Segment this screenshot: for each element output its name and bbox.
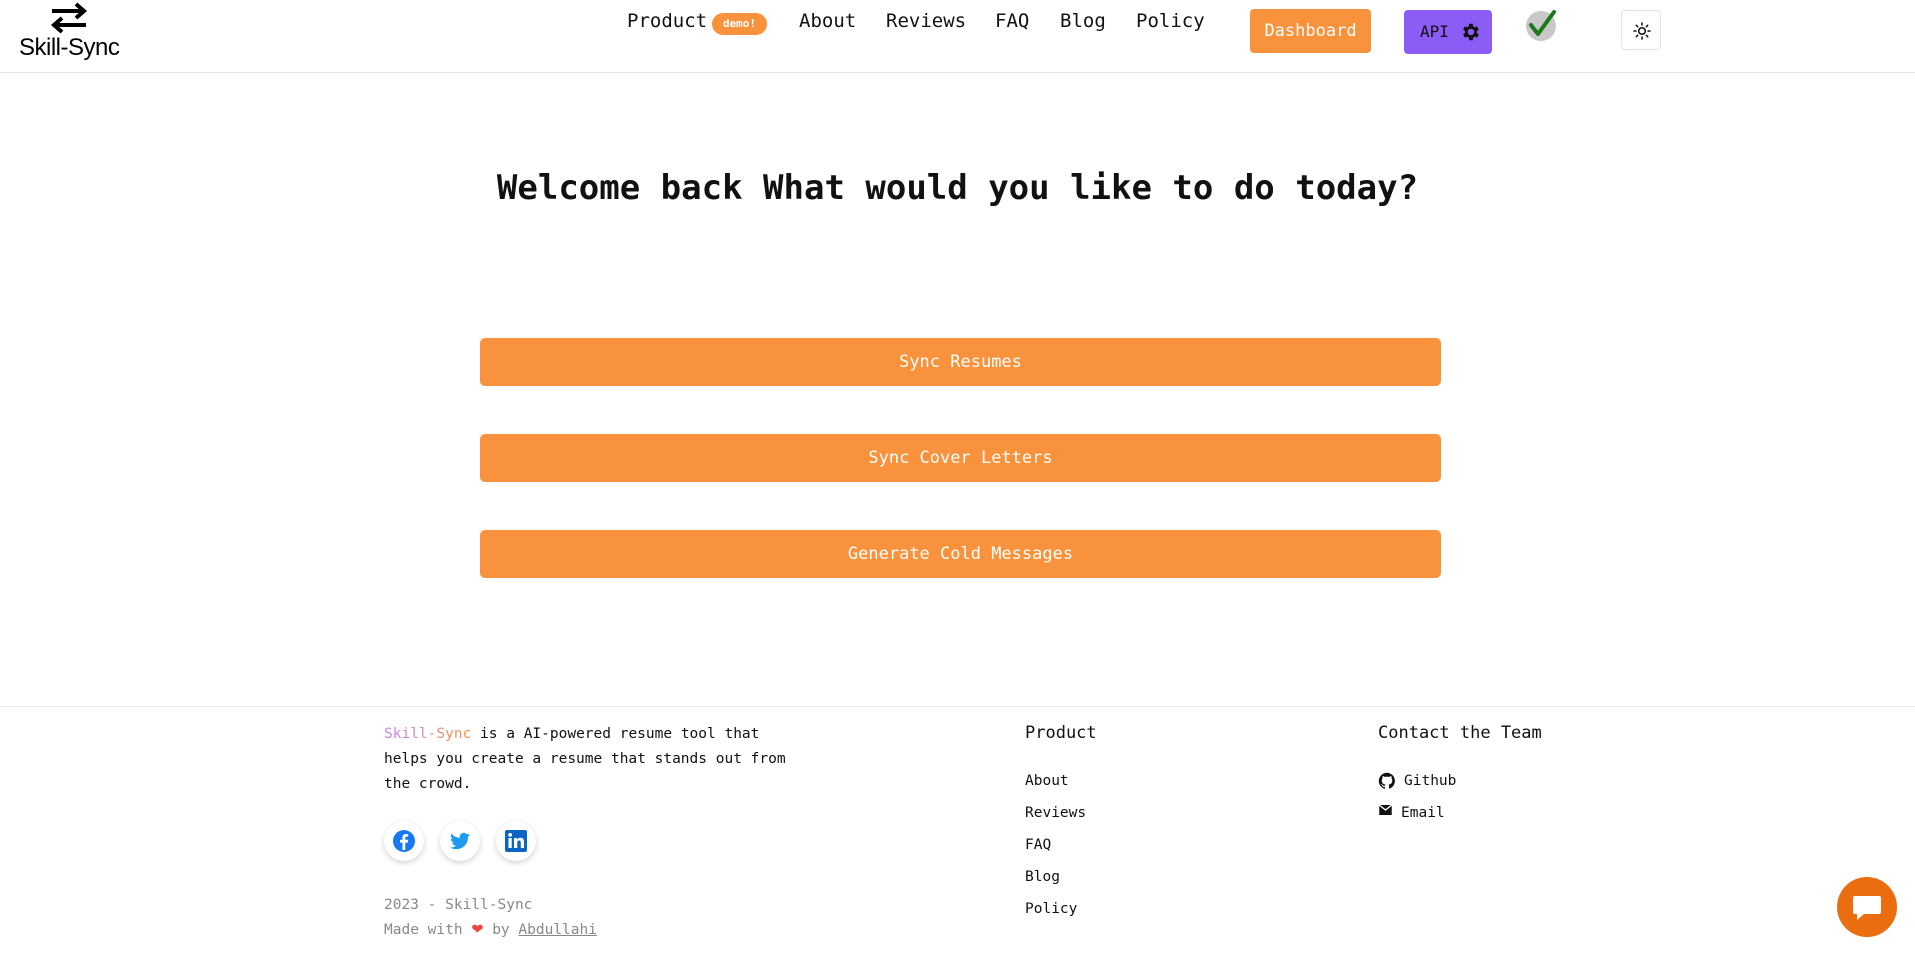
footer-link-blog[interactable]: Blog: [1025, 869, 1060, 885]
nav-blog[interactable]: Blog: [1060, 10, 1106, 36]
facebook-link[interactable]: [384, 821, 424, 861]
header: Skill-Sync Product demo! About Reviews F…: [0, 0, 1915, 73]
sync-resumes-button[interactable]: Sync Resumes: [480, 338, 1441, 386]
chat-bubble-icon: [1853, 896, 1881, 920]
linkedin-link[interactable]: [496, 821, 536, 861]
nav-product[interactable]: Product: [627, 10, 707, 36]
nav-reviews[interactable]: Reviews: [886, 10, 966, 36]
copyright-text: 2023 - Skill-Sync: [384, 897, 533, 913]
author-link[interactable]: Abdullahi: [518, 922, 597, 938]
generate-cold-messages-button[interactable]: Generate Cold Messages: [480, 530, 1441, 578]
footer-link-email[interactable]: Email: [1401, 805, 1445, 821]
swap-arrows-icon: [50, 2, 88, 34]
footer-product-title: Product: [1025, 723, 1097, 743]
footer-link-reviews[interactable]: Reviews: [1025, 805, 1086, 821]
logo[interactable]: Skill-Sync: [19, 0, 120, 66]
footer-link-github[interactable]: Github: [1404, 773, 1456, 789]
logo-text: Skill-Sync: [19, 34, 120, 61]
chat-button[interactable]: [1837, 877, 1897, 937]
footer-brand: Skill-Sync: [384, 726, 472, 742]
github-icon: [1378, 772, 1395, 789]
sun-icon: [1633, 22, 1651, 40]
by-text: by: [492, 922, 510, 938]
api-label: API: [1420, 22, 1449, 41]
copyright: 2023 - Skill-Sync Made with ❤ by Abdulla…: [384, 893, 597, 943]
twitter-icon: [450, 832, 470, 850]
dashboard-button[interactable]: Dashboard: [1250, 9, 1371, 53]
footer-description: Skill-Sync is a AI-powered resume tool t…: [384, 722, 804, 797]
email-icon: [1378, 804, 1393, 815]
check-icon: [1526, 10, 1556, 41]
nav-faq[interactable]: FAQ: [995, 10, 1029, 36]
footer-link-about[interactable]: About: [1025, 773, 1069, 789]
api-button[interactable]: API: [1404, 10, 1492, 54]
sync-cover-letters-button[interactable]: Sync Cover Letters: [480, 434, 1441, 482]
nav-about[interactable]: About: [799, 10, 856, 36]
footer: Skill-Sync is a AI-powered resume tool t…: [0, 706, 1915, 954]
linkedin-icon: [505, 830, 527, 852]
theme-toggle-button[interactable]: [1621, 10, 1661, 50]
footer-contact-title: Contact the Team: [1378, 723, 1542, 743]
footer-link-policy[interactable]: Policy: [1025, 901, 1077, 917]
gear-icon: [1463, 23, 1479, 41]
nav-policy[interactable]: Policy: [1136, 10, 1205, 36]
heart-icon: ❤: [471, 922, 484, 938]
footer-link-faq[interactable]: FAQ: [1025, 837, 1051, 853]
page-title: Welcome back What would you like to do t…: [496, 168, 1419, 208]
twitter-link[interactable]: [440, 821, 480, 861]
made-with-text: Made with: [384, 922, 463, 938]
facebook-icon: [393, 830, 415, 852]
demo-badge: demo!: [712, 13, 767, 35]
made-with-line: Made with ❤ by Abdullahi: [384, 918, 597, 943]
